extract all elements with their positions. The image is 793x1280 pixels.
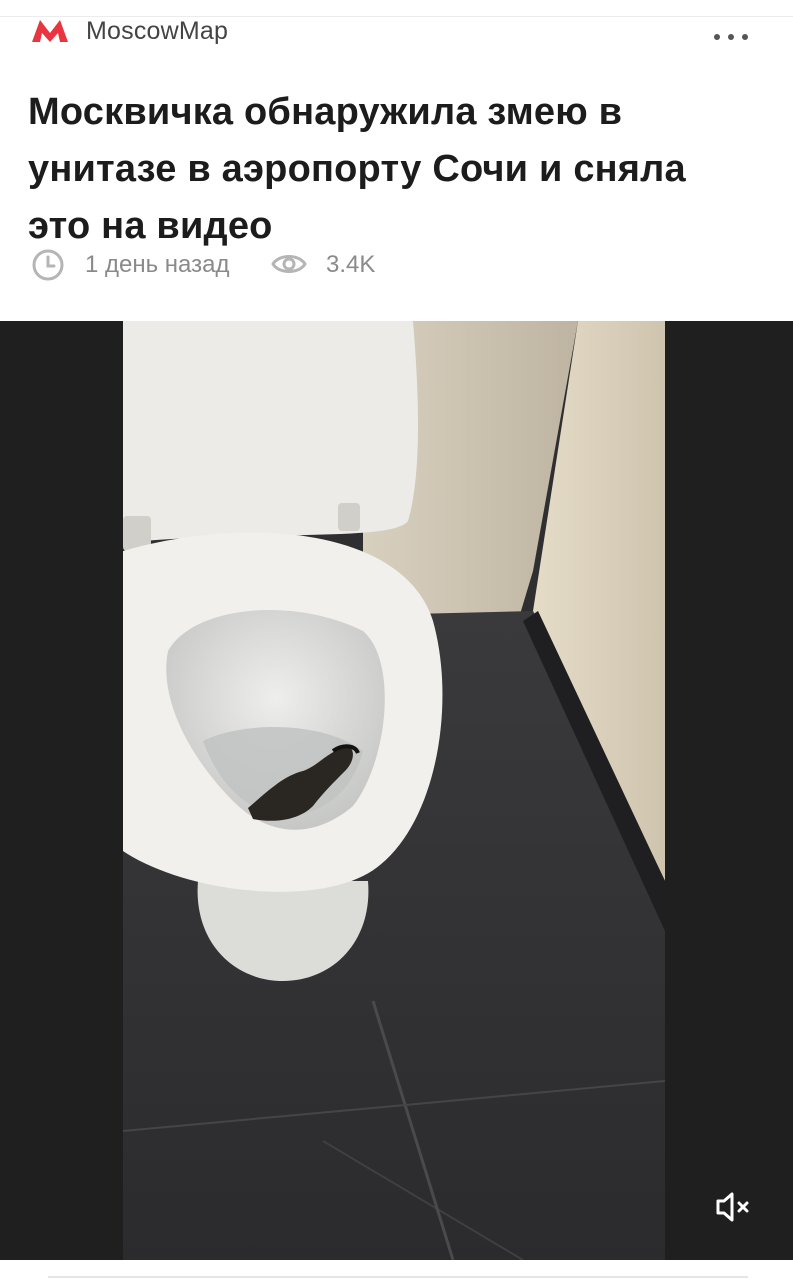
video-frame	[123, 321, 665, 1260]
clock-icon	[32, 249, 64, 281]
publisher-name[interactable]: MoscowMap	[86, 17, 228, 46]
moscow-metro-m-icon[interactable]	[32, 18, 68, 44]
article-title[interactable]: Москвичка обнаружила змею в унитазе в аэ…	[28, 84, 728, 255]
article-meta: 1 день назад 3.4K	[28, 244, 528, 288]
speaker-muted-icon[interactable]	[712, 1190, 754, 1224]
view-count: 3.4K	[326, 251, 376, 278]
bottom-divider	[48, 1276, 748, 1278]
video-player[interactable]	[0, 321, 793, 1260]
eye-icon	[271, 255, 307, 273]
published-time: 1 день назад	[85, 251, 230, 278]
more-dots-icon[interactable]	[711, 30, 751, 44]
publisher-header: MoscowMap	[0, 0, 793, 60]
